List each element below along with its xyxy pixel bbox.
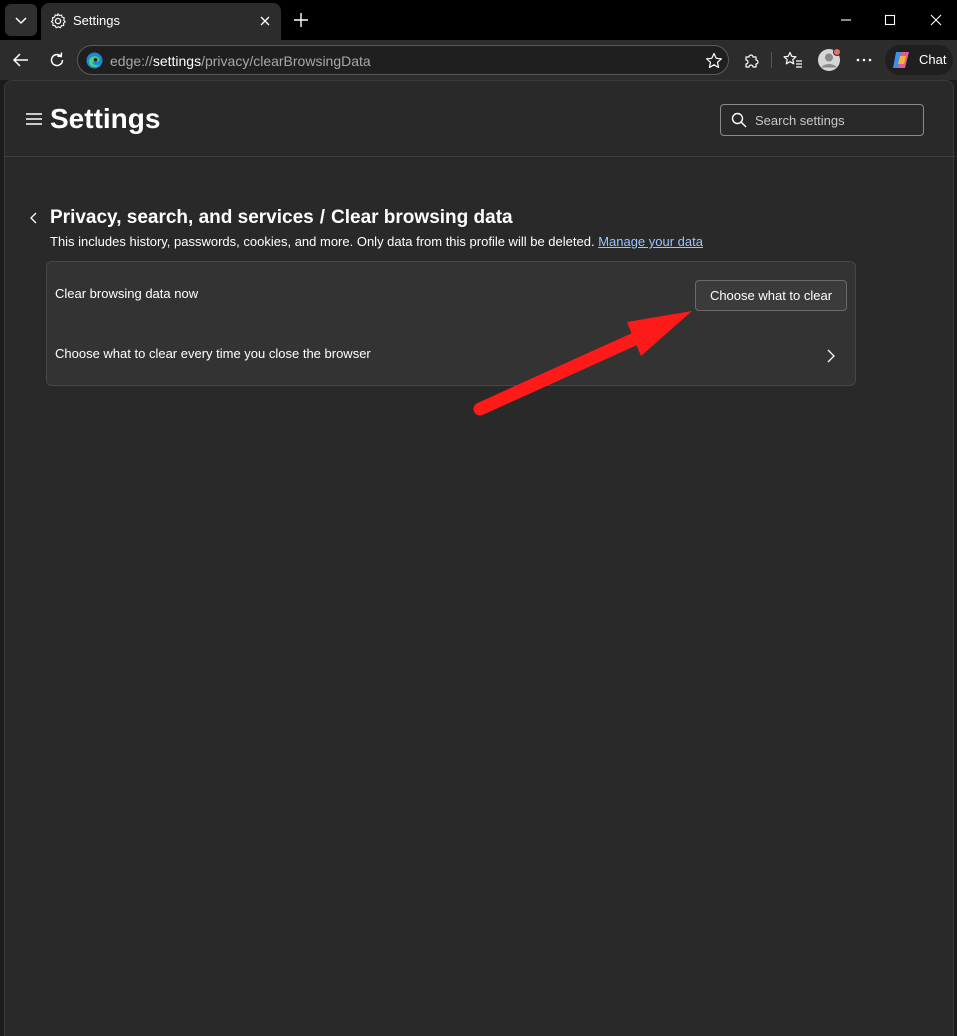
clear-on-close-label[interactable]: Choose what to clear every time you clos… bbox=[55, 346, 371, 361]
tab-list-button[interactable] bbox=[5, 4, 37, 36]
browser-window: Settings edge://settings/privacy/clearBr… bbox=[0, 0, 957, 1036]
star-icon bbox=[706, 52, 722, 69]
close-window-button[interactable] bbox=[924, 8, 948, 32]
chevron-right-icon bbox=[827, 349, 835, 363]
new-tab-button[interactable] bbox=[289, 8, 313, 32]
clear-on-close-button[interactable] bbox=[823, 348, 839, 364]
refresh-icon bbox=[50, 52, 64, 67]
maximize-icon bbox=[884, 14, 896, 26]
breadcrumb-current: Clear browsing data bbox=[331, 207, 513, 228]
description-text: This includes history, passwords, cookie… bbox=[50, 234, 595, 249]
tab-list-icon bbox=[15, 17, 27, 25]
refresh-button[interactable] bbox=[45, 48, 69, 72]
tab-close-button[interactable] bbox=[256, 12, 274, 30]
clear-data-card: Clear browsing data now Choose what to c… bbox=[46, 261, 856, 386]
tab-settings[interactable]: Settings bbox=[41, 3, 281, 40]
search-placeholder: Search settings bbox=[755, 113, 845, 128]
manage-your-data-link[interactable]: Manage your data bbox=[598, 234, 703, 249]
url-text: edge://settings/privacy/clearBrowsingDat… bbox=[110, 53, 371, 69]
browser-toolbar: edge://settings/privacy/clearBrowsingDat… bbox=[0, 40, 957, 80]
favorites-icon bbox=[783, 51, 802, 68]
favorites-button[interactable] bbox=[781, 48, 805, 72]
copilot-icon bbox=[893, 52, 909, 68]
edge-logo-icon bbox=[86, 52, 103, 69]
clear-now-label: Clear browsing data now bbox=[55, 286, 199, 301]
url-host: settings bbox=[152, 53, 202, 69]
minimize-icon bbox=[841, 19, 851, 21]
profile-button[interactable] bbox=[817, 48, 841, 72]
tab-title: Settings bbox=[73, 13, 120, 28]
header-divider bbox=[5, 156, 955, 157]
avatar-icon bbox=[818, 48, 841, 71]
back-button[interactable] bbox=[9, 48, 33, 72]
extensions-button[interactable] bbox=[740, 48, 764, 72]
chat-button[interactable]: Chat bbox=[885, 45, 953, 75]
hamburger-icon bbox=[26, 113, 42, 125]
url-path: /privacy/clearBrowsingData bbox=[201, 53, 371, 69]
breadcrumb-parent[interactable]: Privacy, search, and services bbox=[50, 207, 314, 228]
minimize-button[interactable] bbox=[834, 8, 858, 32]
chat-label: Chat bbox=[919, 52, 947, 67]
address-bar[interactable]: edge://settings/privacy/clearBrowsingDat… bbox=[77, 45, 729, 75]
menu-button[interactable] bbox=[24, 110, 44, 128]
breadcrumb-separator: / bbox=[319, 207, 325, 228]
section-description: This includes history, passwords, cookie… bbox=[50, 234, 703, 249]
add-favorite-button[interactable] bbox=[704, 51, 724, 71]
more-button[interactable] bbox=[852, 48, 876, 72]
close-icon bbox=[260, 16, 270, 26]
page-title: Settings bbox=[50, 103, 161, 134]
more-icon bbox=[856, 58, 872, 62]
choose-what-to-clear-button[interactable]: Choose what to clear bbox=[695, 280, 847, 311]
maximize-button[interactable] bbox=[878, 8, 902, 32]
toolbar-separator bbox=[771, 52, 772, 68]
close-icon bbox=[930, 14, 942, 26]
search-settings-input[interactable]: Search settings bbox=[720, 104, 924, 136]
back-icon bbox=[12, 53, 28, 67]
plus-icon bbox=[294, 13, 308, 27]
settings-page: Settings Search settings Privacy, search… bbox=[4, 80, 955, 1036]
search-icon bbox=[731, 112, 747, 128]
breadcrumb: Privacy, search, and services / Clear brow… bbox=[50, 207, 513, 229]
gear-icon bbox=[50, 13, 66, 29]
extensions-icon bbox=[745, 54, 759, 68]
url-scheme: edge:// bbox=[110, 53, 153, 69]
tab-strip: Settings bbox=[0, 0, 957, 40]
chevron-left-icon bbox=[30, 212, 37, 224]
back-to-privacy-button[interactable] bbox=[26, 210, 42, 226]
